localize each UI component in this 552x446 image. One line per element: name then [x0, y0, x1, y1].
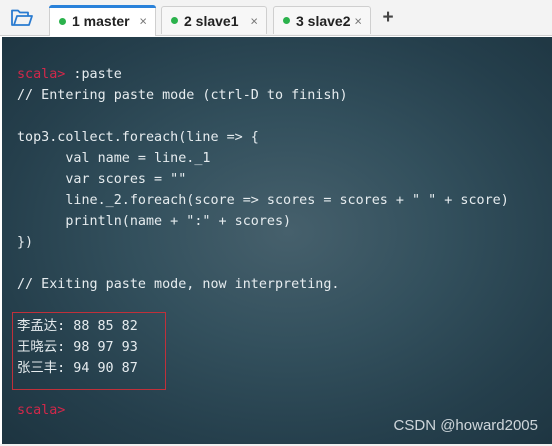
close-icon[interactable]: ×: [354, 13, 362, 28]
prompt-line: scala> :paste: [17, 65, 122, 85]
tab-label: 3 slave2: [296, 12, 351, 29]
plus-icon[interactable]: +: [379, 6, 397, 30]
console-line: // Exiting paste mode, now interpreting.: [17, 277, 340, 292]
code-line: line._2.foreach(score => scores = scores…: [17, 193, 509, 208]
console-line: // Entering paste mode (ctrl-D to finish…: [17, 88, 348, 103]
command-text: :paste: [65, 67, 122, 82]
tab-master[interactable]: 1 master ×: [49, 5, 156, 36]
prompt-label: scala>: [17, 403, 66, 418]
prompt-label: scala>: [17, 67, 66, 82]
tab-slave2[interactable]: 3 slave2 ×: [273, 6, 371, 34]
status-dot-icon: [171, 17, 178, 24]
tab-slave1[interactable]: 2 slave1 ×: [161, 6, 267, 34]
tab-bar: 1 master × 2 slave1 × 3 slave2 × +: [0, 0, 552, 36]
code-line: println(name + ":" + scores): [17, 214, 292, 229]
terminal-pane[interactable]: scala> :paste // Entering paste mode (ct…: [2, 37, 552, 444]
folder-open-icon[interactable]: [9, 7, 35, 29]
status-dot-icon: [283, 17, 290, 24]
close-icon[interactable]: ×: [139, 14, 147, 29]
prompt-line: scala>: [17, 401, 65, 421]
code-line: }): [17, 235, 34, 250]
code-line: var scores = "": [17, 172, 187, 187]
tab-label: 2 slave1: [184, 12, 239, 29]
output-highlight-box: [12, 312, 166, 390]
watermark: CSDN @howard2005: [393, 417, 538, 434]
close-icon[interactable]: ×: [250, 13, 258, 28]
tab-label: 1 master: [72, 13, 130, 29]
code-line: top3.collect.foreach(line => {: [17, 130, 259, 145]
status-dot-icon: [59, 17, 66, 25]
code-line: val name = line._1: [17, 151, 211, 166]
